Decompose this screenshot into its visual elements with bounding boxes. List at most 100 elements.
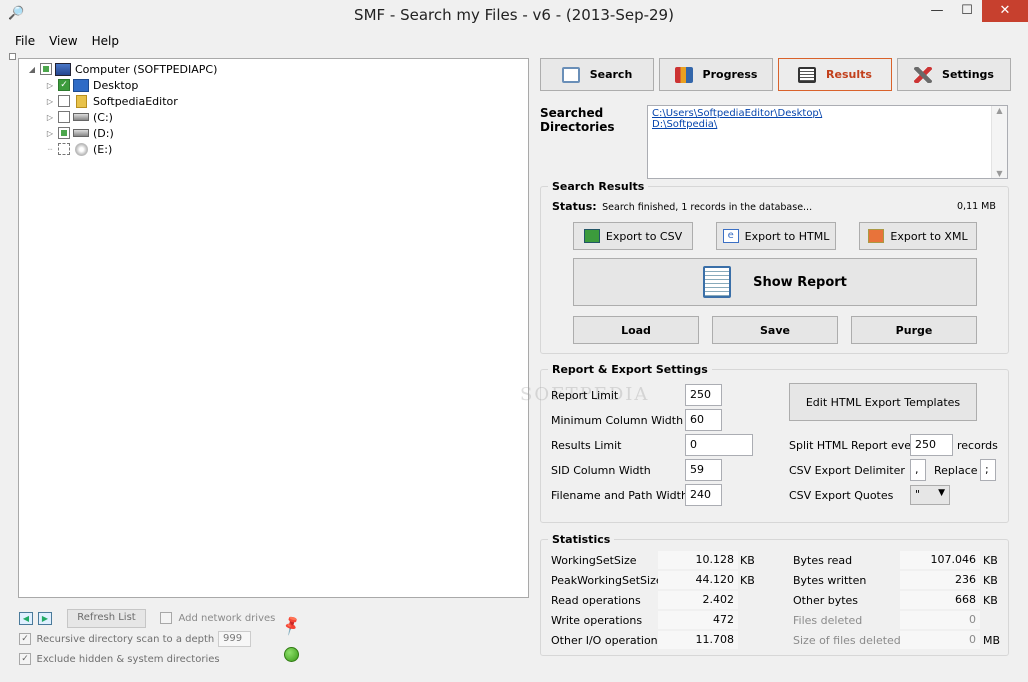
stat-value: 2.402	[658, 591, 738, 609]
searched-dirs-list[interactable]: C:\Users\SoftpediaEditor\Desktop\ D:\Sof…	[647, 105, 1008, 179]
recursive-scan-option[interactable]: ✓ Recursive directory scan to a depth of	[19, 632, 227, 645]
expand-arrow-icon[interactable]: ▷	[45, 129, 55, 138]
tree-checkbox[interactable]	[58, 111, 70, 123]
menu-help[interactable]: Help	[85, 32, 126, 50]
report-limit-input[interactable]: 250	[685, 384, 722, 406]
tree-checkbox[interactable]	[58, 95, 70, 107]
scrollbar[interactable]: ▲ ▼	[991, 106, 1007, 178]
csv-quotes-select[interactable]: " ▼	[910, 485, 950, 505]
tab-progress[interactable]: Progress	[659, 58, 773, 91]
tree-checkbox[interactable]	[58, 143, 70, 155]
exclude-checkbox[interactable]: ✓	[19, 653, 31, 665]
min-col-width-label: Minimum Column Width	[551, 414, 684, 427]
menu-view[interactable]: View	[42, 32, 84, 50]
scroll-down-icon[interactable]: ▼	[992, 169, 1007, 178]
export-xml-button[interactable]: Export to XML	[859, 222, 977, 250]
collapse-arrow-icon[interactable]: ◢	[27, 65, 37, 74]
sid-col-width-input[interactable]: 59	[685, 459, 722, 481]
csv-icon	[583, 229, 600, 243]
exclude-label: Exclude hidden & system directories	[36, 654, 220, 665]
tree-node-drive-e[interactable]: ┄ (E:)	[45, 141, 112, 157]
load-button[interactable]: Load	[573, 316, 699, 344]
tree-node-desktop[interactable]: ▷ ✓ Desktop	[45, 77, 138, 93]
tab-search[interactable]: Search	[540, 58, 654, 91]
stat-unit: MB	[983, 634, 1001, 647]
tools-icon	[914, 66, 933, 83]
tab-label: Settings	[942, 68, 994, 81]
tab-label: Progress	[702, 68, 758, 81]
split-report-input[interactable]: 250	[910, 434, 953, 456]
progress-icon	[674, 66, 693, 83]
scroll-up-icon[interactable]: ▲	[992, 106, 1007, 115]
stat-label: Other bytes	[793, 594, 859, 607]
searched-label-line2: Directories	[540, 120, 615, 134]
depth-input[interactable]: 999	[218, 631, 251, 647]
csv-delimiter-input[interactable]: ,	[910, 459, 926, 481]
csv-quotes-label: CSV Export Quotes	[789, 489, 894, 502]
expand-all-button[interactable]: ◀	[19, 612, 33, 625]
searched-label-line1: Searched	[540, 106, 604, 120]
stat-unit: KB	[983, 554, 998, 567]
refresh-list-button[interactable]: Refresh List	[67, 609, 146, 628]
edit-templates-button[interactable]: Edit HTML Export Templates	[789, 383, 977, 421]
menu-bar: File View Help	[8, 32, 126, 50]
tree-node-user[interactable]: ▷ SoftpediaEditor	[45, 93, 178, 109]
filename-width-input[interactable]: 240	[685, 484, 722, 506]
collapse-all-button[interactable]: ▶	[38, 612, 52, 625]
tree-checkbox[interactable]	[40, 63, 52, 75]
tree-node-label: (D:)	[93, 126, 114, 140]
expand-arrow-icon[interactable]: ▷	[45, 113, 55, 122]
dir-link[interactable]: D:\Softpedia\	[652, 119, 1003, 130]
dir-link[interactable]: C:\Users\SoftpediaEditor\Desktop\	[652, 108, 1003, 119]
tree-checkbox[interactable]	[58, 127, 70, 139]
expand-arrow-icon[interactable]: ▷	[45, 81, 55, 90]
stat-value: 0	[900, 631, 980, 649]
exclude-hidden-option[interactable]: ✓ Exclude hidden & system directories	[19, 652, 220, 665]
tree-corner-box	[9, 53, 16, 60]
tab-results[interactable]: Results	[778, 58, 892, 91]
status-row: Status: Search finished, 1 records in th…	[552, 200, 812, 213]
minimize-button[interactable]: —	[922, 0, 952, 22]
tree-node-drive-c[interactable]: ▷ (C:)	[45, 109, 113, 125]
export-csv-button[interactable]: Export to CSV	[573, 222, 693, 250]
computer-icon	[55, 62, 71, 76]
stat-value: 11.708	[658, 631, 738, 649]
add-network-checkbox[interactable]	[160, 612, 172, 624]
stat-label: Bytes written	[793, 574, 867, 587]
replace-input[interactable]: ;	[980, 459, 996, 481]
export-xml-label: Export to XML	[890, 229, 968, 243]
tree-node-computer[interactable]: ◢ Computer (SOFTPEDIAPC)	[27, 61, 217, 77]
stat-label: Files deleted	[793, 614, 863, 627]
stat-label: PeakWorkingSetSize	[551, 574, 663, 587]
tab-label: Search	[589, 68, 633, 81]
close-button[interactable]: ✕	[982, 0, 1028, 22]
show-report-button[interactable]: Show Report	[573, 258, 977, 306]
min-col-width-input[interactable]: 60	[685, 409, 722, 431]
split-report-label: Split HTML Report every	[789, 439, 923, 452]
add-network-drives[interactable]: Add network drives	[160, 611, 275, 624]
drive-icon	[73, 113, 89, 121]
tree-node-drive-d[interactable]: ▷ (D:)	[45, 125, 114, 141]
searched-dirs-label: Searched Directories	[540, 106, 615, 134]
menu-file[interactable]: File	[8, 32, 42, 50]
stat-label: Size of files deleted	[793, 634, 901, 647]
stat-unit: KB	[983, 594, 998, 607]
purge-button[interactable]: Purge	[851, 316, 977, 344]
split-unit-label: records	[957, 439, 998, 452]
statistics-title: Statistics	[548, 533, 615, 546]
tree-checkbox[interactable]: ✓	[58, 79, 70, 91]
directory-tree[interactable]: ◢ Computer (SOFTPEDIAPC) ▷ ✓ Desktop ▷ S…	[18, 58, 529, 598]
recursive-checkbox[interactable]: ✓	[19, 633, 31, 645]
stat-value: 44.120	[658, 571, 738, 589]
export-html-button[interactable]: e Export to HTML	[716, 222, 836, 250]
results-icon	[798, 66, 817, 83]
expand-arrow-icon[interactable]: ▷	[45, 97, 55, 106]
maximize-button[interactable]: ☐	[952, 0, 982, 22]
pin-icon[interactable]: 📌	[280, 615, 303, 638]
csv-delimiter-label: CSV Export Delimiter	[789, 464, 905, 477]
results-limit-input[interactable]: 0	[685, 434, 753, 456]
tab-settings[interactable]: Settings	[897, 58, 1011, 91]
report-book-icon	[703, 266, 732, 298]
save-button[interactable]: Save	[712, 316, 838, 344]
stat-unit: KB	[983, 574, 998, 587]
